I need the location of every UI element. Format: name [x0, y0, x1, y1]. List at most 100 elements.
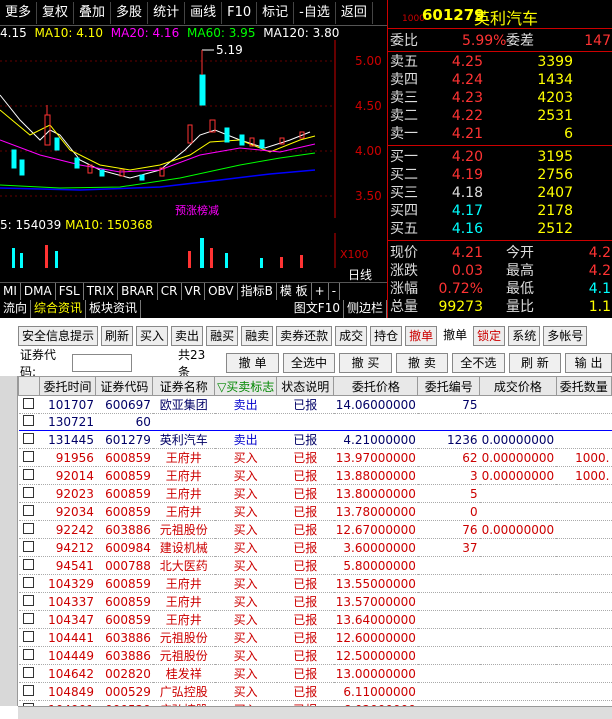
column-header[interactable]: 证券名称 [152, 376, 216, 396]
menu-more[interactable]: 更多 [0, 1, 38, 24]
cancel-order-button[interactable]: 撤 单 [226, 353, 279, 373]
table-row[interactable]: 94212 600984 建设机械 买入 已报 3.60000000 37 [18, 538, 612, 557]
menu-multi[interactable]: 多股 [111, 1, 149, 24]
table-row[interactable]: 91956 600859 王府井 买入 已报 13.97000000 62 0.0000000… [18, 448, 612, 467]
table-row[interactable]: 130721 60 [18, 413, 612, 431]
cancel-tab-button[interactable]: 撤单 [405, 326, 438, 346]
row-checkbox[interactable] [18, 448, 40, 467]
table-row[interactable]: 101707 600697 欧亚集团 卖出 已报 14.06000000 75 [18, 395, 612, 414]
row-checkbox[interactable] [18, 466, 40, 485]
sell-button[interactable]: 卖出 [171, 326, 204, 346]
deals-button[interactable]: 成交 [335, 326, 368, 346]
menu-favorite[interactable]: -自选 [294, 1, 336, 24]
column-header[interactable]: 委托时间 [38, 376, 97, 396]
column-header[interactable]: 证券代码 [95, 376, 154, 396]
tab-mi[interactable]: MI [0, 283, 21, 300]
holdings-button[interactable]: 持仓 [370, 326, 403, 346]
tab-template[interactable]: 模 板 [277, 283, 312, 300]
export-button[interactable]: 输 出 [565, 353, 612, 373]
sell-repay-button[interactable]: 卖券还款 [276, 326, 333, 346]
tab-cr[interactable]: CR [158, 283, 182, 300]
menu-fuquan[interactable]: 复权 [37, 1, 75, 24]
table-row[interactable]: 94541 000788 北大医药 买入 已报 5.80000000 [18, 556, 612, 575]
table-row[interactable]: 104347 600859 王府井 买入 已报 13.64000000 [18, 610, 612, 629]
menu-stats[interactable]: 统计 [148, 1, 186, 24]
row-checkbox[interactable] [18, 502, 40, 521]
row-checkbox[interactable] [18, 592, 40, 611]
table-row[interactable]: 92023 600859 王府井 买入 已报 13.80000000 5 [18, 484, 612, 503]
column-header[interactable] [18, 376, 40, 396]
menu-f10[interactable]: F10 [222, 1, 258, 24]
tab-news[interactable]: 综合资讯 [31, 300, 87, 318]
table-row[interactable]: 92014 600859 王府井 买入 已报 13.88000000 3 0.00000000… [18, 466, 612, 485]
multi-account-button[interactable]: 多帐号 [543, 326, 588, 346]
row-checkbox[interactable] [18, 520, 40, 539]
row-checkbox[interactable] [18, 556, 40, 575]
tab-dma[interactable]: DMA [21, 283, 56, 300]
column-header[interactable]: 成交价格 [479, 376, 557, 396]
row-checkbox[interactable] [18, 610, 40, 629]
row-checkbox[interactable] [18, 664, 40, 683]
cancel-buy-button[interactable]: 撤 买 [339, 353, 392, 373]
buy-button[interactable]: 买入 [136, 326, 169, 346]
tab-obv[interactable]: OBV [205, 283, 238, 300]
horizontal-scrollbar[interactable] [18, 706, 612, 719]
refresh-button[interactable]: 刷 新 [508, 353, 562, 373]
margin-buy-button[interactable]: 融买 [206, 326, 239, 346]
tab-trix[interactable]: TRIX [84, 283, 119, 300]
safety-info-button[interactable]: 安全信息提示 [18, 326, 99, 346]
tab-brar[interactable]: BRAR [118, 283, 158, 300]
menu-mark[interactable]: 标记 [257, 1, 295, 24]
table-row[interactable]: 104337 600859 王府井 买入 已报 13.57000000 [18, 592, 612, 611]
column-header[interactable]: 委托价格 [333, 376, 419, 396]
table-row[interactable]: 104449 603886 元祖股份 买入 已报 12.50000000 [18, 646, 612, 665]
tab-sector-news[interactable]: 板块资讯 [86, 300, 142, 318]
row-checkbox[interactable] [18, 395, 40, 414]
tab-sidebar[interactable]: 侧边栏 [344, 300, 387, 318]
tab-f10-graphic[interactable]: 图文F10 [291, 300, 344, 318]
tab-plus[interactable]: + [312, 283, 329, 300]
system-button[interactable]: 系统 [508, 326, 541, 346]
deselect-all-button[interactable]: 全不选 [452, 353, 505, 373]
tab-vr[interactable]: VR [182, 283, 206, 300]
row-checkbox[interactable] [18, 430, 40, 449]
table-row[interactable]: 104642 002820 桂发祥 买入 已报 13.00000000 [18, 664, 612, 683]
tab-fsl[interactable]: FSL [56, 283, 84, 300]
column-header[interactable]: 委托编号 [417, 376, 481, 396]
table-row[interactable]: 92034 600859 王府井 买入 已报 13.78000000 0 [18, 502, 612, 521]
margin-sell-button[interactable]: 融卖 [241, 326, 274, 346]
stock-name: 欧亚集团 [152, 395, 215, 414]
menu-draw[interactable]: 画线 [185, 1, 223, 24]
tab-indicator-b[interactable]: 指标B [238, 283, 277, 300]
row-checkbox[interactable] [18, 484, 40, 503]
cancel-sell-button[interactable]: 撤 卖 [395, 353, 449, 373]
row-checkbox[interactable] [18, 628, 40, 647]
refresh-tool-button[interactable]: 刷新 [101, 326, 134, 346]
menu-overlay[interactable]: 叠加 [74, 1, 112, 24]
lock-button[interactable]: 锁定 [473, 326, 506, 346]
column-header[interactable]: 状态说明 [276, 376, 335, 396]
buy-label: 买一 [390, 149, 418, 165]
table-row[interactable]: 104329 600859 王府井 买入 已报 13.55000000 [18, 574, 612, 593]
row-checkbox[interactable] [18, 646, 40, 665]
period-label[interactable]: 日线 [348, 266, 372, 283]
row-checkbox[interactable] [18, 574, 40, 593]
table-row[interactable]: 131445 601279 英利汽车 卖出 已报 4.21000000 1236 0.0000… [18, 430, 612, 449]
column-header[interactable]: 委托数量 [555, 376, 612, 396]
tab-flow[interactable]: 流向 [0, 300, 32, 318]
row-checkbox[interactable] [18, 682, 40, 701]
code-input[interactable] [72, 354, 133, 372]
select-all-button[interactable]: 全选中 [282, 353, 336, 373]
menu-back[interactable]: 返回 [336, 1, 373, 24]
row-checkbox[interactable] [18, 413, 40, 431]
row-checkbox[interactable] [18, 538, 40, 557]
side: 买入 [214, 682, 277, 701]
table-row[interactable]: 104849 000529 广弘控股 买入 已报 6.11000000 [18, 682, 612, 701]
table-row[interactable]: 104441 603886 元祖股份 买入 已报 12.60000000 [18, 628, 612, 647]
column-header[interactable]: ▽买卖标志 [214, 376, 278, 396]
candlestick-chart[interactable]: 5.00 4.50 4.00 3.50 5.19 预涨榜减 [0, 40, 387, 218]
tab-minus[interactable]: - [329, 283, 341, 300]
cancel-tab2-button[interactable]: 撤单 [440, 326, 470, 346]
table-row[interactable]: 92242 603886 元祖股份 买入 已报 12.67000000 76 0.000000… [18, 520, 612, 539]
order-price: 12.67000000 [333, 520, 418, 539]
